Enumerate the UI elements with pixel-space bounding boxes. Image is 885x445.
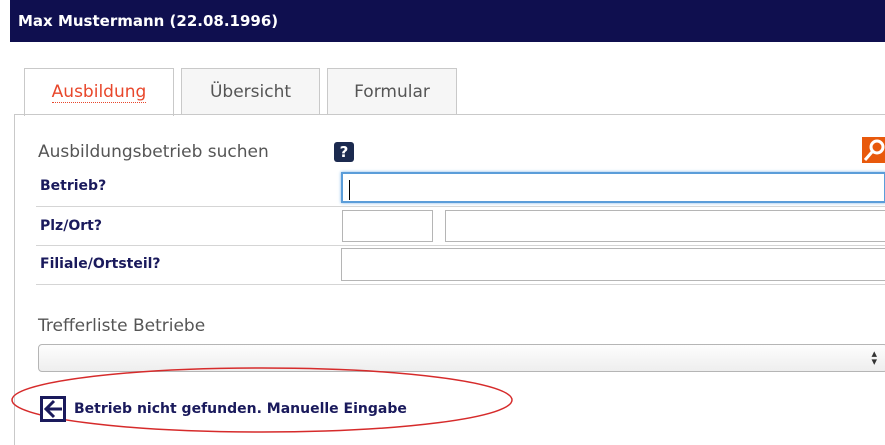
plz-ort-label: Plz/Ort? [40, 218, 102, 234]
tab-ausbildung-label: Ausbildung [51, 82, 147, 103]
plz-input[interactable] [342, 210, 433, 242]
row-divider [36, 206, 885, 207]
manual-entry-link[interactable]: Betrieb nicht gefunden. Manuelle Eingabe [40, 396, 407, 422]
row-divider [36, 284, 885, 285]
question-icon[interactable]: ? [334, 142, 354, 162]
tab-uebersicht[interactable]: Übersicht [181, 68, 320, 115]
tab-formular[interactable]: Formular [327, 68, 457, 115]
tab-formular-label: Formular [354, 82, 430, 102]
manual-entry-label: Betrieb nicht gefunden. Manuelle Eingabe [74, 401, 407, 417]
betrieb-label: Betrieb? [40, 178, 107, 194]
filiale-input[interactable] [341, 248, 885, 281]
page-header: Max Mustermann (22.08.1996) [10, 0, 885, 42]
results-title: Trefferliste Betriebe [38, 316, 206, 336]
search-section-title: Ausbildungsbetrieb suchen [38, 142, 269, 162]
text-caret [349, 180, 350, 200]
betrieb-input[interactable] [341, 172, 885, 203]
tab-ausbildung[interactable]: Ausbildung [24, 68, 174, 116]
student-name-title: Max Mustermann (22.08.1996) [18, 12, 279, 30]
row-divider [36, 245, 885, 246]
select-arrows-icon: ▴ ▾ [871, 348, 877, 368]
magnifier-icon[interactable] [862, 137, 885, 163]
filiale-label: Filiale/Ortsteil? [40, 256, 161, 272]
tab-uebersicht-label: Übersicht [209, 82, 292, 102]
ort-input[interactable] [445, 210, 885, 242]
back-arrow-icon [40, 396, 66, 422]
